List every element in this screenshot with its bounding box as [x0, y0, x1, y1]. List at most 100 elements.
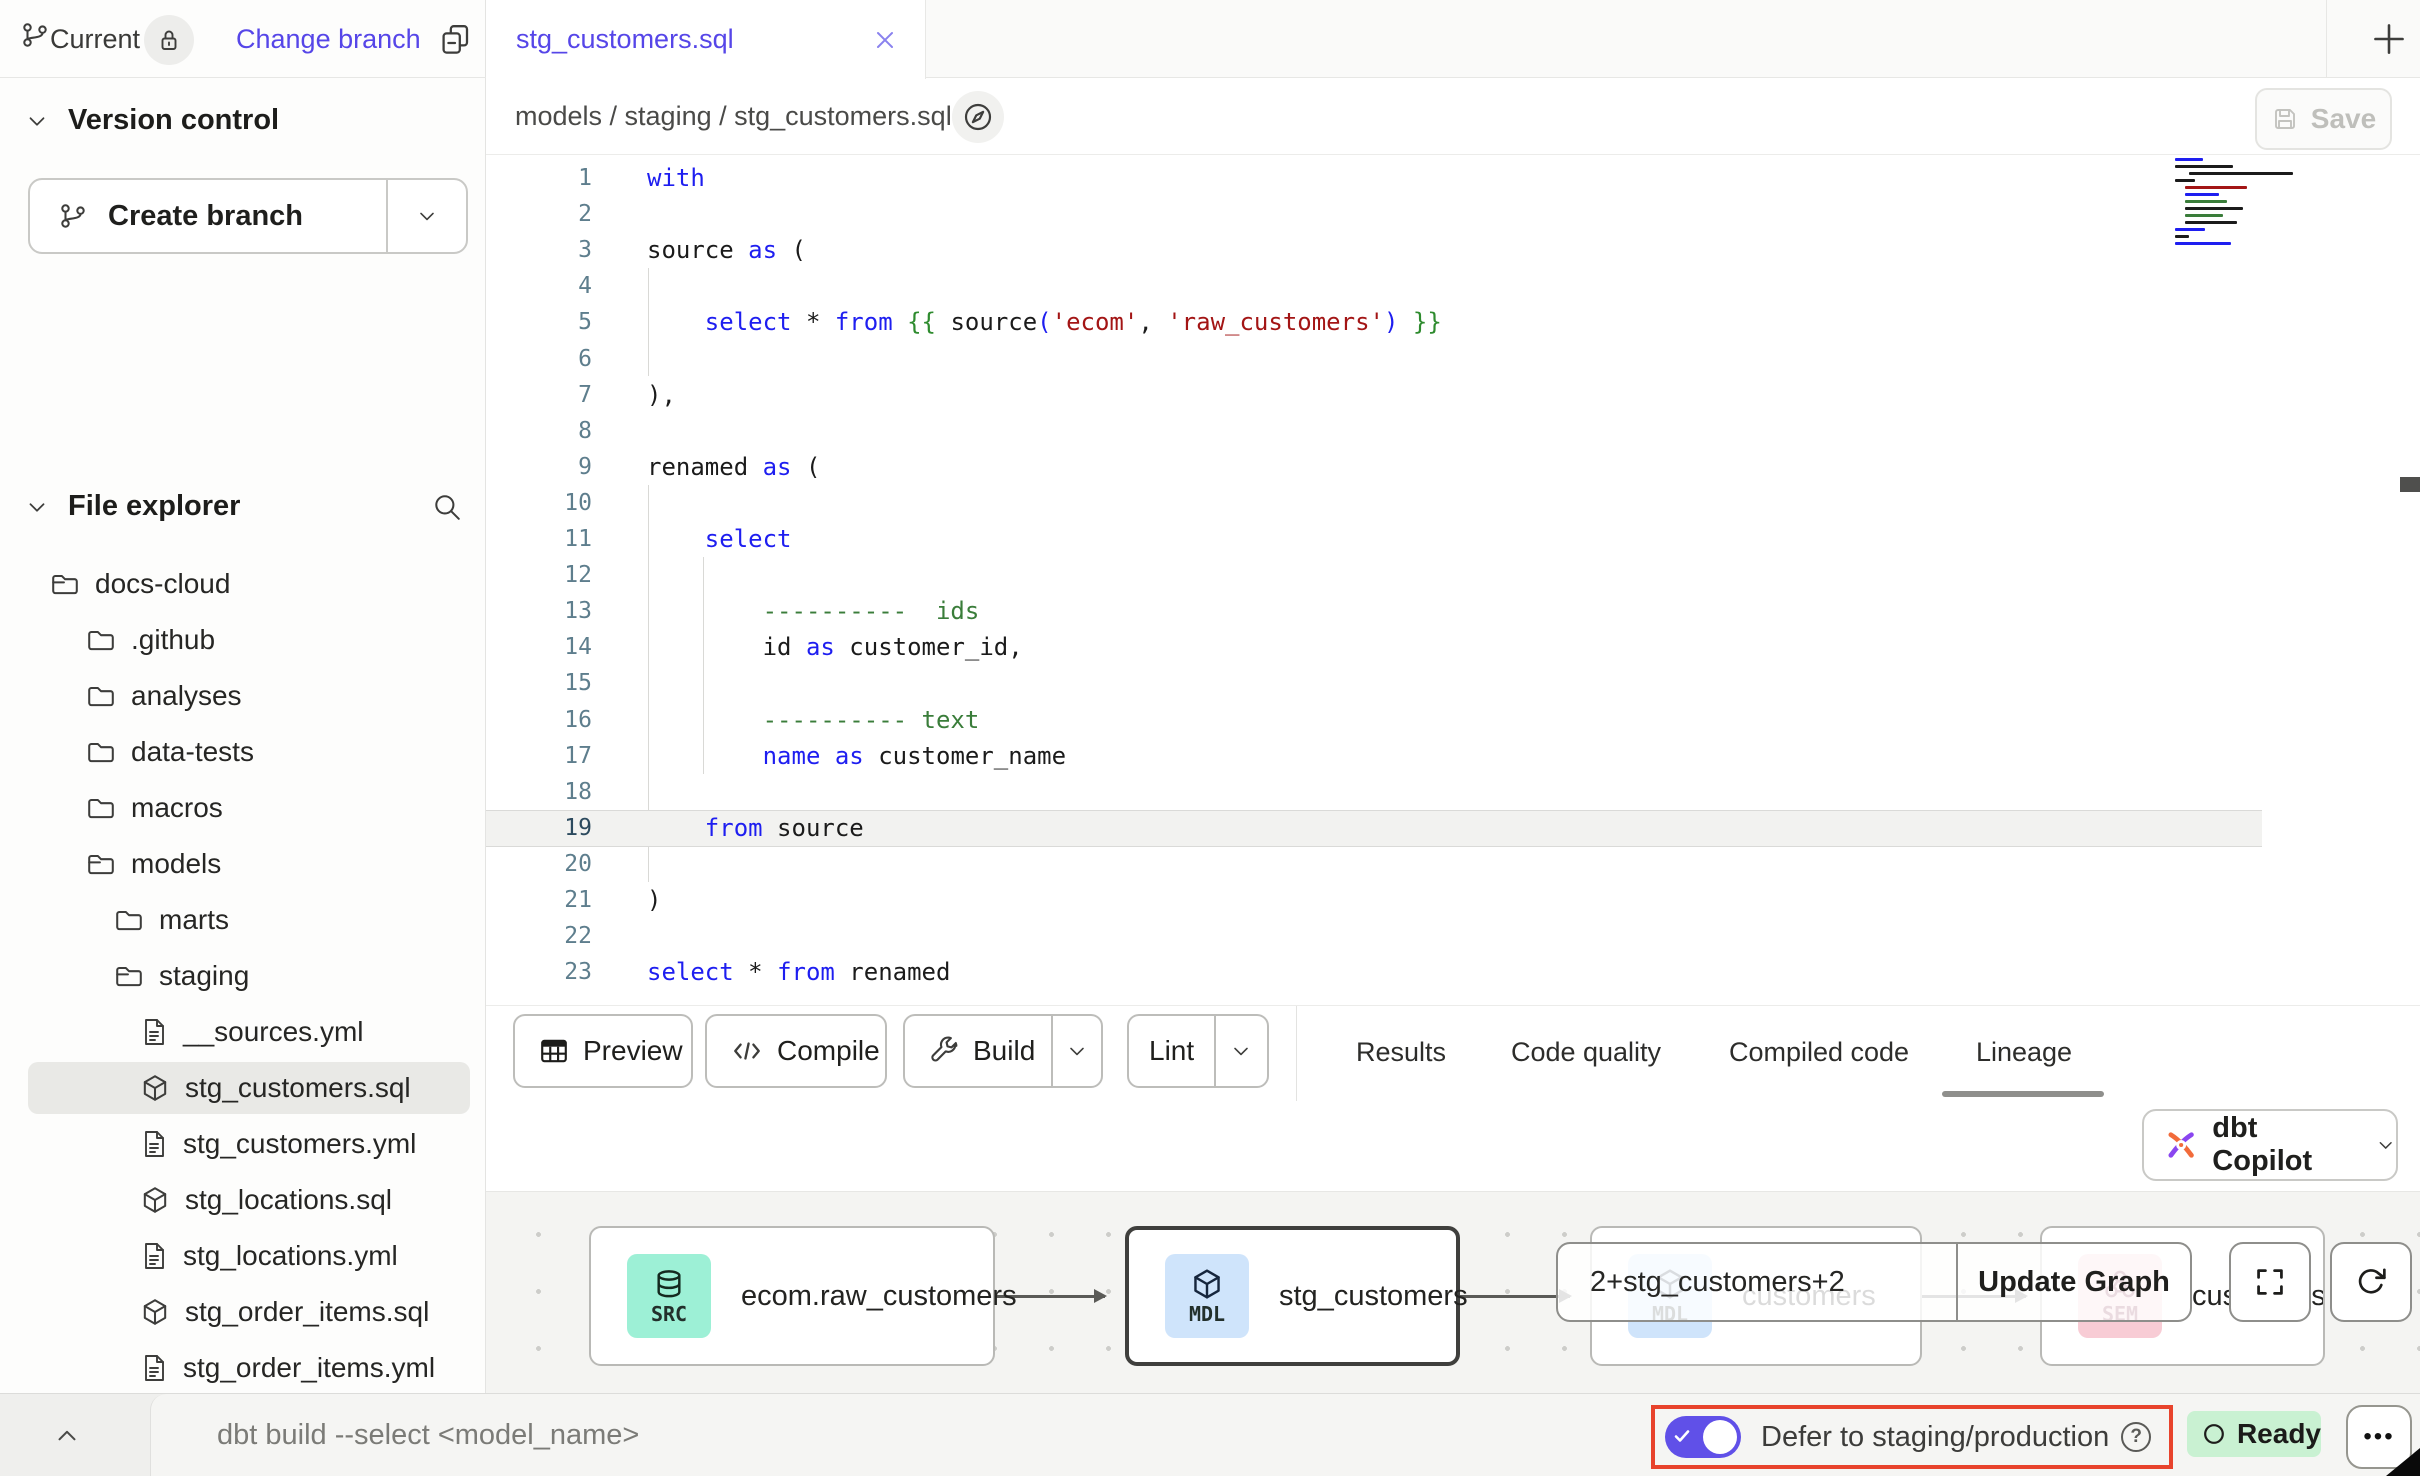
line-number: 6 [486, 341, 592, 378]
wrench-icon [929, 1036, 959, 1066]
close-icon[interactable] [871, 26, 899, 54]
tree-item-label: stg_customers.sql [185, 1072, 411, 1104]
lineage-selector-input[interactable]: 2+stg_customers+2 [1558, 1266, 1956, 1299]
create-branch-dropdown[interactable] [388, 204, 466, 228]
file-icon [140, 1353, 168, 1383]
tree-item-staging[interactable]: staging [0, 948, 486, 1004]
compile-button[interactable]: Compile [705, 1014, 887, 1088]
tab-stg-customers-sql[interactable]: stg_customers.sql [486, 0, 926, 79]
help-icon[interactable]: ? [2121, 1422, 2151, 1452]
minimap[interactable] [2175, 158, 2295, 249]
tree-item-stg-locations-sql[interactable]: stg_locations.sql [0, 1172, 486, 1228]
tree-item-models[interactable]: models [0, 836, 486, 892]
lineage-node-source[interactable]: SRC ecom.raw_customers [589, 1226, 995, 1366]
search-icon[interactable] [432, 492, 462, 522]
new-tab-button[interactable] [2342, 0, 2420, 78]
refresh-icon [2354, 1265, 2388, 1299]
create-branch-label: Create branch [108, 200, 303, 233]
code-text: select [647, 521, 792, 558]
lineage-canvas[interactable]: SRC ecom.raw_customers MDL stg_customers… [486, 1192, 2420, 1393]
file-explorer-title: File explorer [68, 490, 240, 523]
editor-scrollbar-thumb[interactable] [2400, 477, 2420, 492]
command-placeholder[interactable]: dbt build --select <model_name> [217, 1394, 639, 1476]
tab-results[interactable]: Results [1356, 1006, 1446, 1098]
code-line-6[interactable]: 6 [486, 341, 2420, 378]
code-line-8[interactable]: 8 [486, 413, 2420, 450]
code-line-2[interactable]: 2 [486, 196, 2420, 233]
update-graph-button[interactable]: Update Graph [1958, 1266, 2190, 1299]
code-line-7[interactable]: 7), [486, 377, 2420, 414]
save-button[interactable]: Save [2255, 88, 2392, 150]
code-line-22[interactable]: 22 [486, 918, 2420, 955]
tab-code-quality[interactable]: Code quality [1511, 1006, 1661, 1098]
tab-lineage[interactable]: Lineage [1976, 1006, 2072, 1098]
branch-status-bar: Current Change branch [0, 0, 486, 78]
tree-item--github[interactable]: .github [0, 612, 486, 668]
lint-button[interactable]: Lint [1127, 1014, 1269, 1088]
version-control-section-header[interactable]: Version control [24, 104, 279, 137]
tree-item-label: stg_customers.yml [183, 1128, 416, 1160]
line-number: 20 [486, 846, 592, 883]
build-dropdown[interactable] [1053, 1016, 1101, 1086]
command-bar[interactable]: dbt build --select <model_name> Defer to… [150, 1394, 2420, 1476]
preview-label: Preview [583, 1035, 683, 1067]
tab-compiled-code[interactable]: Compiled code [1729, 1006, 1909, 1098]
code-line-21[interactable]: 21) [486, 882, 2420, 919]
code-line-1[interactable]: 1with [486, 160, 2420, 197]
line-number: 10 [486, 485, 592, 522]
tree-item-stg-locations-yml[interactable]: stg_locations.yml [0, 1228, 486, 1284]
refresh-button[interactable] [2330, 1242, 2412, 1322]
code-line-13[interactable]: 13 ---------- ids [486, 593, 2420, 630]
code-line-11[interactable]: 11 select [486, 521, 2420, 558]
preview-button[interactable]: Preview [513, 1014, 693, 1088]
tree-item-label: analyses [131, 680, 242, 712]
branch-lock-badge [144, 15, 194, 65]
code-line-4[interactable]: 4 [486, 268, 2420, 305]
folder-open-icon [114, 961, 144, 991]
lineage-compass-button[interactable] [952, 91, 1004, 143]
tree-item-label: stg_locations.sql [185, 1184, 392, 1216]
tree-item-macros[interactable]: macros [0, 780, 486, 836]
tree-item-stg-customers-sql[interactable]: stg_customers.sql [0, 1060, 486, 1116]
tree-item-stg-order-items-sql[interactable]: stg_order_items.sql [0, 1284, 486, 1340]
tree-item-marts[interactable]: marts [0, 892, 486, 948]
copy-icon[interactable] [438, 22, 472, 58]
plus-icon [2370, 20, 2408, 58]
lineage-node-stg-customers[interactable]: MDL stg_customers [1125, 1226, 1460, 1366]
current-branch-label: Current [50, 24, 140, 55]
code-line-5[interactable]: 5 select * from {{ source('ecom', 'raw_c… [486, 304, 2420, 341]
code-line-14[interactable]: 14 id as customer_id, [486, 629, 2420, 666]
dbt-copilot-button[interactable]: dbt Copilot [2142, 1109, 2398, 1181]
check-icon [1673, 1427, 1691, 1445]
file-explorer-section-header[interactable]: File explorer [24, 490, 462, 523]
tree-item-docs-cloud[interactable]: docs-cloud [0, 556, 486, 612]
tree-item-analyses[interactable]: analyses [0, 668, 486, 724]
fullscreen-button[interactable] [2229, 1242, 2311, 1322]
compass-icon [962, 101, 994, 133]
change-branch-link[interactable]: Change branch [236, 24, 421, 55]
code-line-18[interactable]: 18 [486, 774, 2420, 811]
lint-dropdown[interactable] [1216, 1016, 1267, 1086]
code-line-9[interactable]: 9renamed as ( [486, 449, 2420, 486]
code-line-15[interactable]: 15 [486, 665, 2420, 702]
create-branch-button[interactable]: Create branch [28, 178, 468, 254]
tree-item-stg-order-items-yml[interactable]: stg_order_items.yml [0, 1340, 486, 1396]
code-line-16[interactable]: 16 ---------- text [486, 702, 2420, 739]
chevron-up-icon[interactable] [52, 1420, 82, 1450]
code-line-19[interactable]: 19 from source [486, 810, 2420, 847]
code-editor[interactable]: 1with23source as (45 select * from {{ so… [486, 155, 2420, 1005]
tree-item--sources-yml[interactable]: __sources.yml [0, 1004, 486, 1060]
code-line-12[interactable]: 12 [486, 557, 2420, 594]
code-line-3[interactable]: 3source as ( [486, 232, 2420, 269]
tree-item-data-tests[interactable]: data-tests [0, 724, 486, 780]
line-number: 1 [486, 160, 592, 197]
code-line-17[interactable]: 17 name as customer_name [486, 738, 2420, 775]
code-line-10[interactable]: 10 [486, 485, 2420, 522]
model-cube-icon [140, 1073, 170, 1103]
code-line-23[interactable]: 23select * from renamed [486, 954, 2420, 991]
defer-toggle[interactable] [1665, 1416, 1741, 1458]
tree-item-stg-customers-yml[interactable]: stg_customers.yml [0, 1116, 486, 1172]
build-button[interactable]: Build [903, 1014, 1103, 1088]
code-line-20[interactable]: 20 [486, 846, 2420, 883]
line-number: 3 [486, 232, 592, 269]
